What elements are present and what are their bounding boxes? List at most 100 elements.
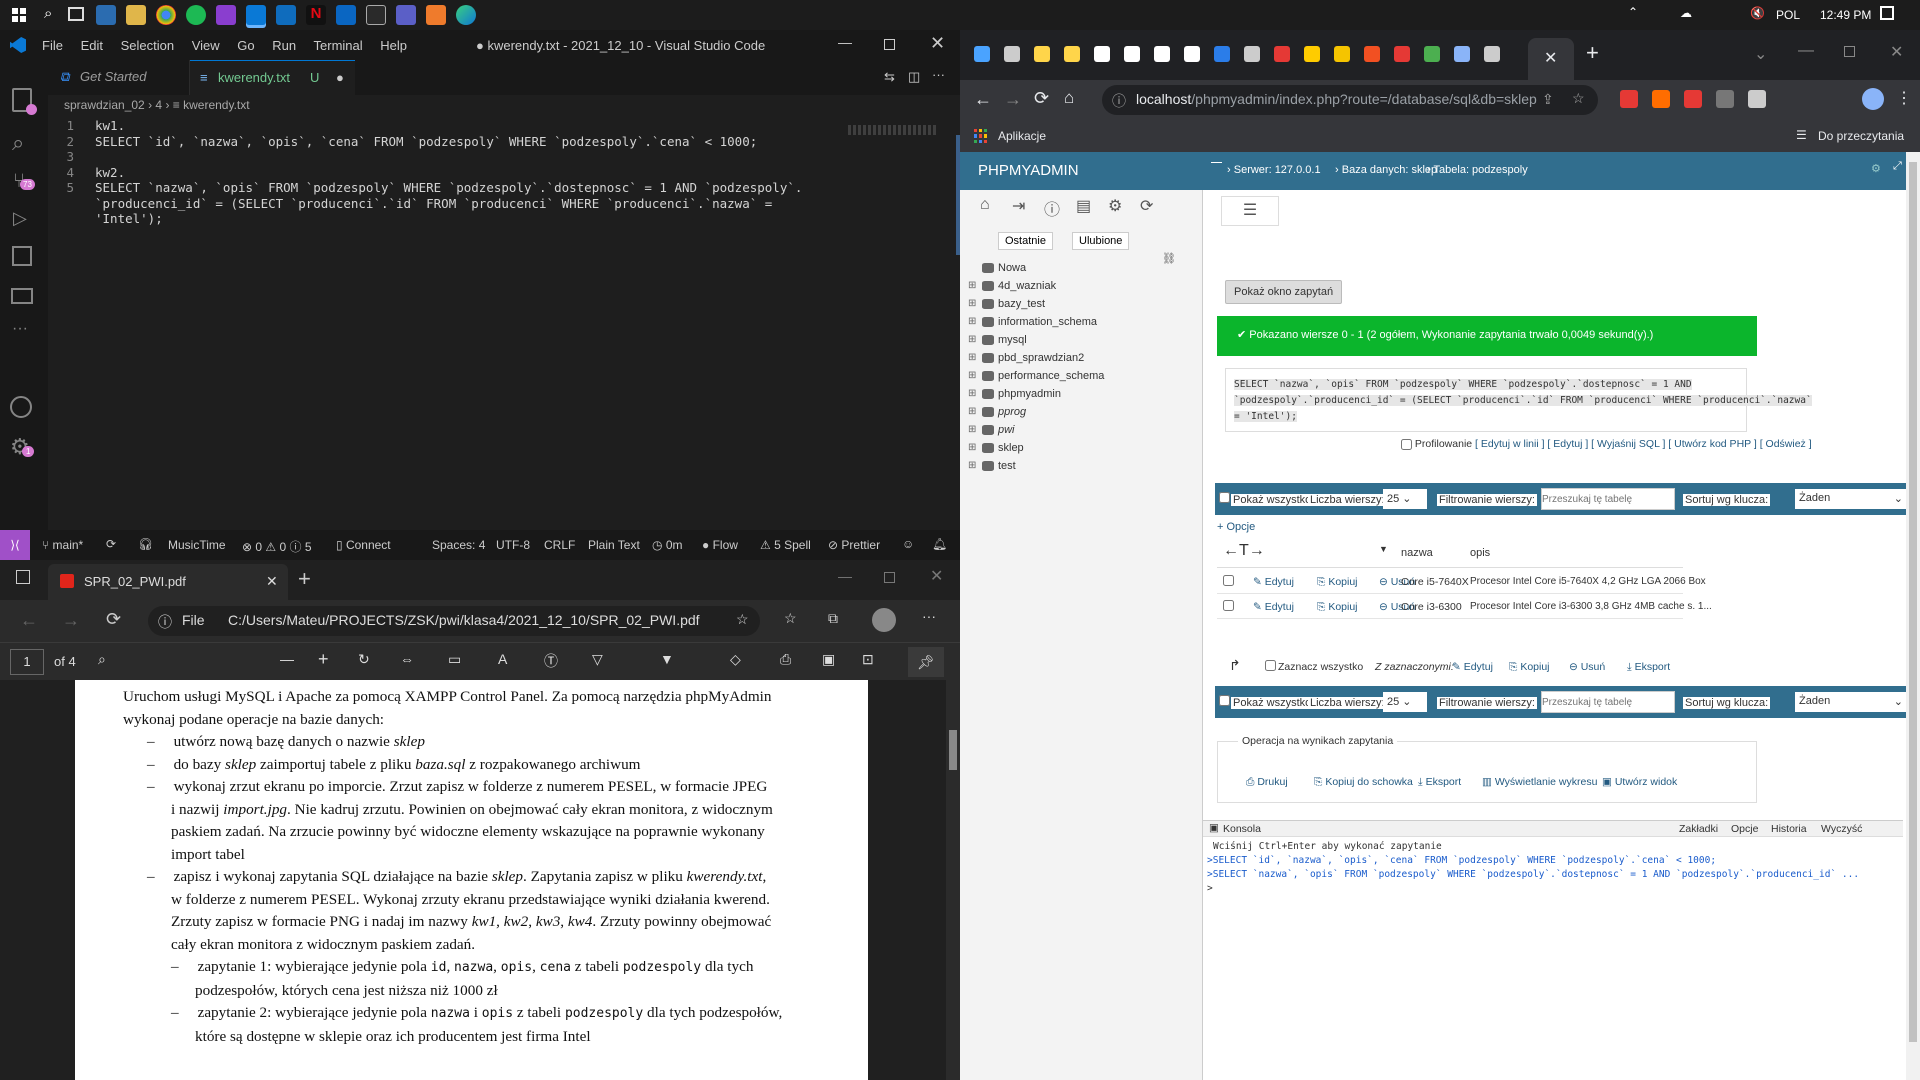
remote-explorer-icon[interactable] [11, 288, 33, 304]
pin-icon[interactable]: 📌︎ [908, 647, 944, 677]
column-menu-icon[interactable]: ▼ [1379, 544, 1388, 554]
minimize-button[interactable]: — [838, 34, 852, 50]
chrome-scrollbar[interactable] [1906, 152, 1920, 1080]
sort-select[interactable]: Żaden ⌄ [1795, 692, 1907, 712]
expand-icon[interactable]: ⊞ [968, 334, 976, 345]
cell-opis[interactable]: Procesor Intel Core i3-6300 3,8 GHz 4MB … [1470, 601, 1712, 612]
extension-icon[interactable] [1684, 90, 1702, 108]
language-mode[interactable]: Plain Text [588, 538, 640, 552]
row-checkbox[interactable] [1223, 575, 1234, 586]
feedback-icon[interactable]: ☺ [902, 537, 914, 551]
collections-icon[interactable]: ⧉ [828, 610, 838, 627]
database-item[interactable]: Nowa [982, 262, 1026, 280]
tab-kwerendy[interactable]: ≡ kwerendy.txt U ● [190, 60, 355, 95]
favorites-icon[interactable]: ☆ [784, 610, 797, 627]
back-icon[interactable]: ← [974, 89, 992, 110]
pdf-tab[interactable]: SPR_02_PWI.pdf ✕ [48, 564, 288, 600]
close-button[interactable]: ✕ [930, 33, 945, 54]
maximize-button[interactable] [1844, 46, 1855, 57]
tab-close-icon[interactable]: ✕ [266, 573, 278, 590]
split-editor-icon[interactable]: ◫ [908, 69, 920, 85]
menu-file[interactable]: File [42, 38, 63, 53]
row-checkbox[interactable] [1223, 600, 1234, 611]
add-favorite-icon[interactable]: ☆ [736, 611, 749, 628]
page-number-input[interactable]: 1 [10, 649, 44, 675]
tab-favicon-icon[interactable] [1034, 46, 1050, 62]
encoding[interactable]: UTF-8 [496, 538, 530, 552]
tab-favicon-icon[interactable] [1334, 46, 1350, 62]
console-tab-options[interactable]: Opcje [1731, 823, 1758, 835]
erase-icon[interactable]: ◇ [730, 651, 741, 668]
copy-button[interactable]: ⎘ Kopiuj [1317, 576, 1358, 589]
draw-icon[interactable]: ▽ [592, 651, 603, 668]
cell-nazwa[interactable]: Core i3-6300 [1401, 601, 1462, 613]
active-tab[interactable]: ✕ [1528, 38, 1574, 80]
menu-go[interactable]: Go [237, 38, 254, 53]
code-line[interactable]: 4 kw2. [48, 165, 908, 181]
bulk-edit-button[interactable]: ✎ Edytuj [1452, 661, 1493, 673]
extension-icon[interactable] [1716, 90, 1734, 108]
code-line[interactable]: 'Intel'); [48, 211, 908, 227]
logout-icon[interactable]: ⇥ [1012, 196, 1025, 216]
cell-nazwa[interactable]: Core i5-7640X [1401, 576, 1469, 588]
tab-favorites[interactable]: Ulubione [1072, 232, 1130, 250]
tab-favicon-icon[interactable] [1454, 46, 1470, 62]
tab-actions-icon[interactable] [16, 570, 30, 584]
column-header-nazwa[interactable]: nazwa [1401, 547, 1433, 559]
code-line[interactable]: 3 [48, 149, 908, 165]
reading-list[interactable]: Do przeczytania [1818, 129, 1904, 143]
prettier-status[interactable]: ⊘ Prettier [828, 538, 880, 552]
code-line[interactable]: 2 SELECT `id`, `nazwa`, `opis`, `cena` FR… [48, 134, 908, 150]
expand-icon[interactable]: ⊞ [968, 280, 976, 291]
bulk-copy-button[interactable]: ⎘ Kopiuj [1509, 661, 1550, 674]
tab-recent[interactable]: Ostatnie [998, 232, 1053, 250]
edit-button[interactable]: ✎ Edytuj [1253, 601, 1294, 613]
chart-button[interactable]: ▥ Wyświetlanie wykresu [1482, 776, 1597, 788]
tab-favicon-icon[interactable] [1364, 46, 1380, 62]
folder-icon[interactable] [126, 5, 146, 25]
run-debug-icon[interactable]: ▷ [13, 208, 27, 229]
phone-icon[interactable] [336, 5, 356, 25]
info-icon[interactable]: ⓘ [1044, 196, 1060, 220]
new-tab-icon[interactable]: + [1586, 40, 1599, 66]
breadcrumb-db[interactable]: › Baza danych: sklep [1335, 164, 1437, 176]
code-line[interactable]: 1 kw1. [48, 118, 908, 134]
expand-icon[interactable]: ⊞ [968, 370, 976, 381]
close-button[interactable]: ✕ [1890, 42, 1903, 62]
cell-opis[interactable]: Procesor Intel Core i5-7640X 4,2 GHz LGA… [1470, 576, 1706, 587]
more-icon[interactable]: ··· [12, 320, 28, 338]
fullscreen-icon[interactable]: ⤢ [1893, 160, 1902, 173]
minimize-button[interactable]: — [1798, 42, 1814, 60]
page-view-icon[interactable]: ▭ [448, 651, 461, 668]
breadcrumb-item[interactable]: sprawdzian_02 [64, 98, 145, 112]
spell-status[interactable]: ⚠ 5 Spell [760, 538, 811, 552]
options-link[interactable]: + Opcje [1217, 521, 1255, 533]
tab-favicon-icon[interactable] [1094, 46, 1110, 62]
sort-select[interactable]: Żaden ⌄ [1795, 489, 1907, 509]
cloud-icon[interactable]: ☁ [1680, 6, 1692, 20]
edit-button[interactable]: ✎ Edytuj [1253, 576, 1294, 588]
maximize-button[interactable] [884, 572, 895, 583]
bell-icon[interactable]: 🔔︎ [932, 537, 947, 551]
tab-get-started[interactable]: ⧉ Get Started [48, 60, 190, 95]
column-header-opis[interactable]: opis [1470, 547, 1490, 559]
database-item[interactable]: 4d_wazniak ⊞ [968, 280, 1056, 298]
database-item[interactable]: test ⊞ [968, 460, 1016, 478]
forward-icon[interactable]: → [1004, 89, 1022, 110]
console-query[interactable]: >SELECT `id`, `nazwa`, `opis`, `cena` FR… [1207, 855, 1716, 866]
chrome-menu-icon[interactable]: ⋮ [1896, 88, 1912, 108]
expand-icon[interactable]: ⊞ [968, 460, 976, 471]
copy-button[interactable]: ⎘ Kopiuj [1317, 601, 1358, 614]
tab-favicon-icon[interactable] [1484, 46, 1500, 62]
expand-icon[interactable]: ⊞ [968, 316, 976, 327]
docs-icon[interactable]: ▤ [1076, 196, 1091, 216]
database-item[interactable]: phpmyadmin ⊞ [968, 388, 1061, 406]
pdf-scrollbar[interactable] [946, 680, 960, 1080]
more-actions-icon[interactable]: ··· [932, 67, 945, 82]
vscode-icon[interactable] [246, 5, 266, 25]
home-icon[interactable]: ⌂ [980, 196, 990, 214]
compare-icon[interactable]: ⇆ [884, 69, 895, 85]
zoom-out-icon[interactable]: — [280, 651, 294, 667]
reload-icon[interactable]: ⟳ [1140, 196, 1153, 216]
console-tab-bookmarks[interactable]: Zakładki [1679, 823, 1718, 835]
